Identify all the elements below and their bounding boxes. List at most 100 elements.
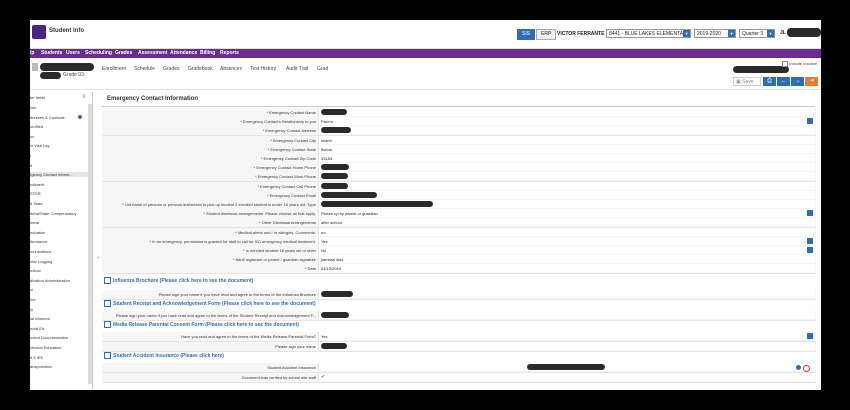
filter-icon[interactable]: ⊽ bbox=[82, 94, 86, 100]
sidebar-item[interactable]: ial Workers bbox=[30, 316, 88, 321]
sidebar-item[interactable]: udent Documentation bbox=[30, 335, 88, 340]
field-input[interactable] bbox=[318, 126, 815, 135]
insurance-link[interactable]: Student Accident Insurance (Please click… bbox=[104, 351, 818, 360]
prev-arrow-icon[interactable]: ← bbox=[777, 77, 790, 86]
external-link-icon bbox=[104, 276, 111, 284]
sidebar-item[interactable]: rgency Contact Inform... bbox=[30, 172, 88, 178]
field-input[interactable] bbox=[318, 289, 815, 298]
nav-item-attendance[interactable]: Attendance bbox=[170, 50, 197, 56]
redacted-value bbox=[321, 182, 348, 189]
exit-icon[interactable]: ⇥ bbox=[805, 77, 818, 86]
nav-item-students[interactable]: Students bbox=[41, 50, 62, 56]
sidebar-item[interactable]: ttendance bbox=[30, 239, 88, 244]
field-select[interactable]: Yes bbox=[318, 236, 815, 245]
field-input[interactable] bbox=[318, 362, 815, 372]
school-select[interactable]: 8441 - BLUE LAKES ELEMENTA... ▼ bbox=[606, 29, 691, 38]
tab-schedule[interactable]: Schedule bbox=[134, 66, 155, 72]
field-input[interactable] bbox=[318, 341, 815, 350]
sidebar-item[interactable]: d bbox=[30, 163, 88, 168]
erp-button[interactable]: ERP bbox=[536, 29, 557, 40]
nav-item-grades[interactable]: Grades bbox=[115, 50, 132, 56]
sidebar-item[interactable]: deral/State Compensatory bbox=[30, 211, 88, 216]
sis-button[interactable]: SIS bbox=[517, 29, 536, 40]
sidebar-item[interactable]: her bbox=[30, 297, 88, 302]
sidebar-item[interactable]: on bbox=[30, 134, 88, 139]
field-input[interactable]: miami bbox=[318, 135, 815, 144]
nav-item-scheduling[interactable]: Scheduling bbox=[85, 50, 112, 56]
sidebar-item[interactable]: munications bbox=[30, 249, 88, 254]
influenza-brochure-link[interactable]: Influenza Brochure (Please click here to… bbox=[104, 276, 818, 285]
sidebar-item[interactable]: rollment bbox=[30, 182, 88, 187]
tab-gradebook[interactable]: Gradebook bbox=[188, 66, 213, 72]
next-arrow-icon[interactable]: → bbox=[791, 77, 804, 86]
sidebar-item[interactable]: chnical Education bbox=[30, 345, 88, 350]
field-select[interactable]: Parent bbox=[318, 117, 815, 126]
quarter-select[interactable]: Quarter 3 ▼ bbox=[739, 29, 775, 38]
tab-grades[interactable]: Grades bbox=[163, 66, 179, 72]
remove-icon[interactable] bbox=[803, 364, 810, 372]
sidebar-item[interactable]: ecial Ed bbox=[30, 326, 88, 331]
field-input[interactable]: 04/15/2019 bbox=[318, 264, 815, 273]
print-icon[interactable]: ⎙ bbox=[763, 77, 776, 86]
sidebar-item[interactable]: dication Administration bbox=[30, 278, 88, 283]
sidebar-item[interactable]: d 5 IEE bbox=[30, 355, 88, 360]
field-input[interactable]: 33183 bbox=[318, 154, 815, 162]
tab-test-history[interactable]: Test History bbox=[250, 66, 276, 72]
nav-item-menu[interactable]: ip bbox=[30, 50, 34, 56]
field-input[interactable] bbox=[318, 163, 815, 172]
sidebar-item[interactable]: lo Visit Log bbox=[30, 143, 88, 148]
sidebar-item[interactable]: edical bbox=[30, 268, 88, 273]
field-input[interactable]: florida bbox=[318, 144, 815, 153]
sidebar-item[interactable]: eduation bbox=[30, 230, 88, 235]
tab-absences[interactable]: Absences bbox=[220, 66, 242, 72]
field-input[interactable] bbox=[318, 108, 815, 116]
sidebar-item[interactable]: ol bbox=[30, 287, 88, 292]
field-input[interactable]: yamaris diaz bbox=[318, 255, 815, 264]
field-value: Picked up by parent or guardian bbox=[321, 211, 378, 217]
year-select[interactable]: 2019-2020 ▼ bbox=[694, 29, 736, 38]
tab-grad[interactable]: Grad bbox=[317, 66, 328, 72]
field-select[interactable]: Yes bbox=[318, 331, 815, 340]
sidebar-item[interactable]: info bbox=[30, 105, 88, 110]
field-input[interactable] bbox=[318, 200, 815, 208]
sidebar-item[interactable]: d State bbox=[30, 201, 88, 206]
sidebar-item[interactable]: orofiled bbox=[30, 124, 88, 129]
insurance-upload-row: Student Accident Insurance bbox=[102, 362, 816, 373]
receipt-form-link[interactable]: Student Receipt and Acknowledgement Form… bbox=[104, 299, 818, 308]
field-input[interactable] bbox=[318, 172, 815, 181]
media-release-link[interactable]: Media Release Parental Consent Form (Ple… bbox=[104, 320, 818, 329]
sidebar-filter[interactable]: ter fields bbox=[30, 95, 88, 100]
sidebar-item[interactable]: ty bbox=[30, 307, 88, 312]
tab-enrollment[interactable]: Enrollment bbox=[102, 66, 126, 72]
field-select[interactable]: No bbox=[318, 246, 815, 254]
field-label: * Emergency Contact City bbox=[270, 137, 316, 143]
sidebar-item[interactable]: nter Logging bbox=[30, 259, 88, 264]
field-label: Please sign your name bbox=[275, 343, 316, 349]
field-input[interactable]: no bbox=[318, 227, 815, 236]
sidebar-item[interactable]: l bbox=[30, 153, 88, 158]
collapse-sidebar-icon[interactable]: « bbox=[97, 255, 100, 261]
redacted-user-menu[interactable] bbox=[787, 28, 821, 37]
redacted-value bbox=[321, 201, 433, 207]
redacted-student-search[interactable] bbox=[733, 66, 789, 73]
field-input[interactable] bbox=[318, 310, 815, 319]
field-input[interactable] bbox=[318, 181, 815, 190]
tab-audit-trail[interactable]: Audit Trail bbox=[286, 66, 308, 72]
field-select[interactable]: Picked up by parent or guardian bbox=[318, 209, 815, 218]
save-button[interactable]: ▣ Save bbox=[733, 77, 761, 86]
sidebar-item[interactable]: STER bbox=[30, 191, 88, 196]
nav-item-billing[interactable]: Billing bbox=[200, 50, 215, 56]
field-input[interactable] bbox=[318, 190, 815, 199]
link-label: Media Release Parental Consent Form (Ple… bbox=[113, 321, 299, 328]
nav-item-users[interactable]: Users bbox=[66, 50, 80, 56]
sidebar-scrollbar[interactable] bbox=[88, 104, 92, 384]
field-input[interactable]: ✔ bbox=[318, 372, 815, 381]
upload-icon[interactable] bbox=[796, 364, 801, 370]
nav-item-assessment[interactable]: Assessment bbox=[138, 50, 167, 56]
field-input[interactable]: after school bbox=[318, 218, 815, 227]
nav-item-reports[interactable]: Reports bbox=[220, 50, 239, 56]
sidebar-item[interactable]: ansportation bbox=[30, 364, 88, 369]
include-inactive-checkbox[interactable]: Include Inactive bbox=[782, 61, 817, 67]
field-value: Yes bbox=[321, 238, 328, 244]
sidebar-item[interactable]: neral bbox=[30, 220, 88, 225]
